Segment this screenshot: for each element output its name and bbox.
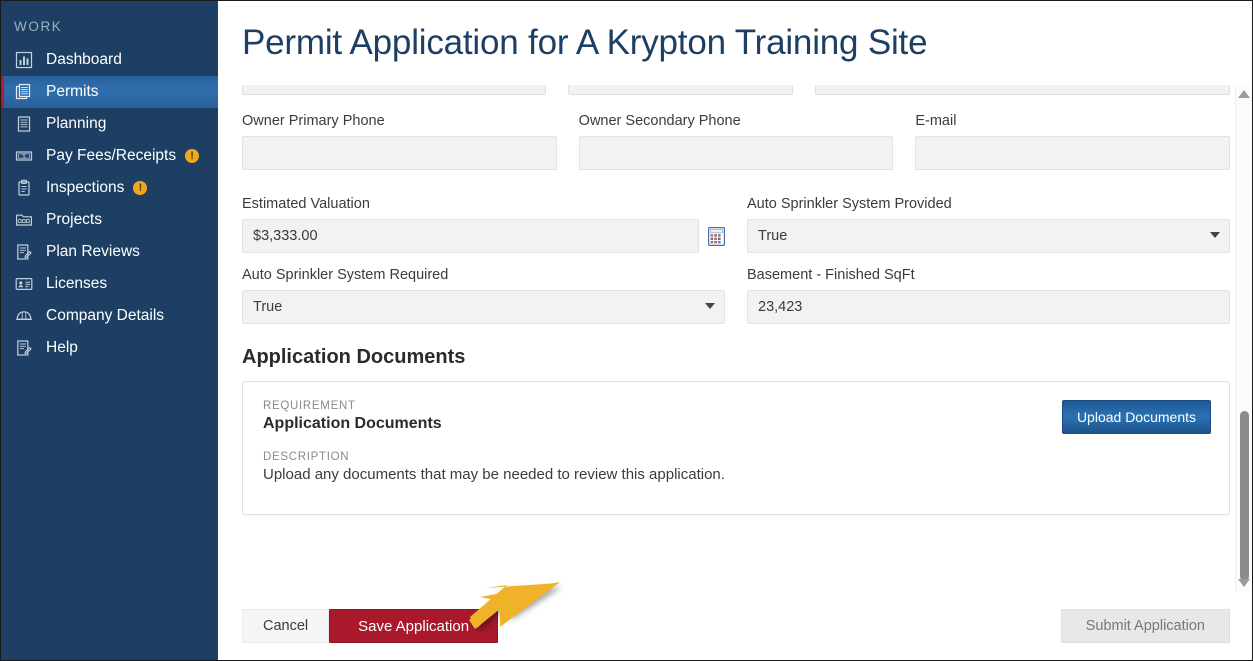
sidebar-item-company-details[interactable]: Company Details — [1, 300, 218, 332]
owner-primary-phone-input[interactable] — [242, 136, 557, 170]
document-requirement-card: REQUIREMENT Application Documents DESCRI… — [242, 381, 1230, 515]
valuation-row: Estimated Valuation $3,333.00 Auto Sprin… — [242, 196, 1230, 253]
document-pencil-icon — [14, 242, 34, 262]
scroll-down-arrow-icon[interactable] — [1238, 579, 1250, 587]
sidebar-item-help[interactable]: Help — [1, 332, 218, 364]
sidebar-item-label: Pay Fees/Receipts — [46, 147, 177, 164]
sidebar-item-label: Permits — [46, 83, 99, 100]
clipped-fields-row — [242, 85, 1230, 97]
sidebar-item-dashboard[interactable]: Dashboard — [1, 44, 218, 76]
vertical-scrollbar[interactable] — [1235, 86, 1252, 591]
description-caption: DESCRIPTION — [263, 451, 350, 463]
money-bill-icon: $ — [14, 146, 34, 166]
upload-documents-button[interactable]: Upload Documents — [1061, 400, 1211, 434]
estimated-valuation-field: Estimated Valuation — [242, 196, 725, 253]
basement-finished-sqft-field: Basement - Finished SqFt — [747, 267, 1230, 324]
auto-sprinkler-provided-select[interactable]: True — [747, 219, 1230, 253]
sidebar-item-plan-reviews[interactable]: Plan Reviews — [1, 236, 218, 268]
field-label: E-mail — [915, 113, 957, 129]
sidebar-item-projects[interactable]: Projects — [1, 204, 218, 236]
scrollbar-thumb[interactable] — [1240, 411, 1249, 581]
document-icon — [14, 114, 34, 134]
clipped-field[interactable] — [815, 85, 1230, 95]
field-label: Auto Sprinkler System Provided — [747, 196, 952, 212]
clipboard-icon — [14, 178, 34, 198]
id-card-icon — [14, 274, 34, 294]
clipped-field[interactable] — [568, 85, 793, 95]
save-application-button[interactable]: Save Application — [329, 609, 499, 643]
sidebar-item-permits[interactable]: Permits — [1, 76, 218, 108]
main-content: Permit Application for A Krypton Trainin… — [218, 1, 1252, 660]
clipped-field[interactable] — [242, 85, 546, 95]
contact-fields-row: Owner Primary Phone Owner Secondary Phon… — [242, 113, 1231, 170]
status-badge: ! — [133, 181, 148, 195]
status-badge: ! — [185, 149, 200, 163]
page-title: Permit Application for A Krypton Trainin… — [242, 23, 928, 62]
form-scroll-area: Owner Primary Phone Owner Secondary Phon… — [218, 85, 1252, 583]
description-text: Upload any documents that may be needed … — [263, 466, 725, 483]
owner-secondary-phone-field: Owner Secondary Phone — [578, 113, 894, 170]
auto-sprinkler-required-select[interactable]: True — [242, 290, 725, 324]
auto-sprinkler-provided-field: Auto Sprinkler System Provided True — [747, 196, 1230, 253]
sidebar-navigation: WORK Dashboard Permits Planning $ Pay Fe… — [1, 1, 218, 660]
auto-sprinkler-required-field: Auto Sprinkler System Required True — [242, 267, 725, 324]
scroll-up-arrow-icon[interactable] — [1238, 90, 1250, 98]
owner-secondary-phone-input[interactable] — [578, 136, 894, 170]
sidebar-item-pay-fees-receipts[interactable]: $ Pay Fees/Receipts ! — [1, 140, 218, 172]
sidebar-item-licenses[interactable]: Licenses — [1, 268, 218, 300]
document-pencil-icon — [14, 338, 34, 358]
email-field: E-mail — [915, 113, 1231, 170]
bar-chart-icon — [14, 50, 34, 70]
field-label: Estimated Valuation — [242, 196, 370, 212]
basement-finished-sqft-input[interactable] — [747, 290, 1230, 324]
field-label: Owner Primary Phone — [242, 113, 385, 129]
sidebar-item-label: Dashboard — [46, 51, 122, 68]
email-input[interactable] — [915, 136, 1231, 170]
sidebar-item-label: Company Details — [46, 307, 165, 324]
field-label: Auto Sprinkler System Required — [242, 267, 449, 283]
application-documents-heading: Application Documents — [242, 346, 466, 368]
form-actions-footer: Cancel Save Application Submit Applicati… — [218, 592, 1252, 660]
hard-hat-icon — [14, 306, 34, 326]
field-label: Basement - Finished SqFt — [747, 267, 915, 283]
sidebar-item-label: Inspections — [46, 179, 125, 196]
sidebar-item-label: Plan Reviews — [46, 243, 140, 260]
sidebar-item-label: Planning — [46, 115, 107, 132]
sidebar-item-inspections[interactable]: Inspections ! — [1, 172, 218, 204]
estimated-valuation-input[interactable] — [242, 219, 699, 253]
sidebar-item-planning[interactable]: Planning — [1, 108, 218, 140]
submit-application-button[interactable]: Submit Application — [1060, 609, 1230, 643]
field-label: Owner Secondary Phone — [578, 113, 741, 129]
sidebar-section-label: WORK — [14, 19, 63, 34]
sidebar-item-label: Projects — [46, 211, 102, 228]
documents-icon — [14, 82, 34, 102]
sprinkler-basement-row: Auto Sprinkler System Required True Base… — [242, 267, 1230, 324]
cancel-button[interactable]: Cancel — [242, 609, 330, 643]
folder-boxes-icon — [14, 210, 34, 230]
application-window: WORK Dashboard Permits Planning $ Pay Fe… — [0, 0, 1253, 661]
sidebar-item-label: Licenses — [46, 275, 108, 292]
sidebar-item-label: Help — [46, 339, 78, 356]
owner-primary-phone-field: Owner Primary Phone — [242, 113, 557, 170]
calculator-icon[interactable] — [707, 226, 725, 246]
